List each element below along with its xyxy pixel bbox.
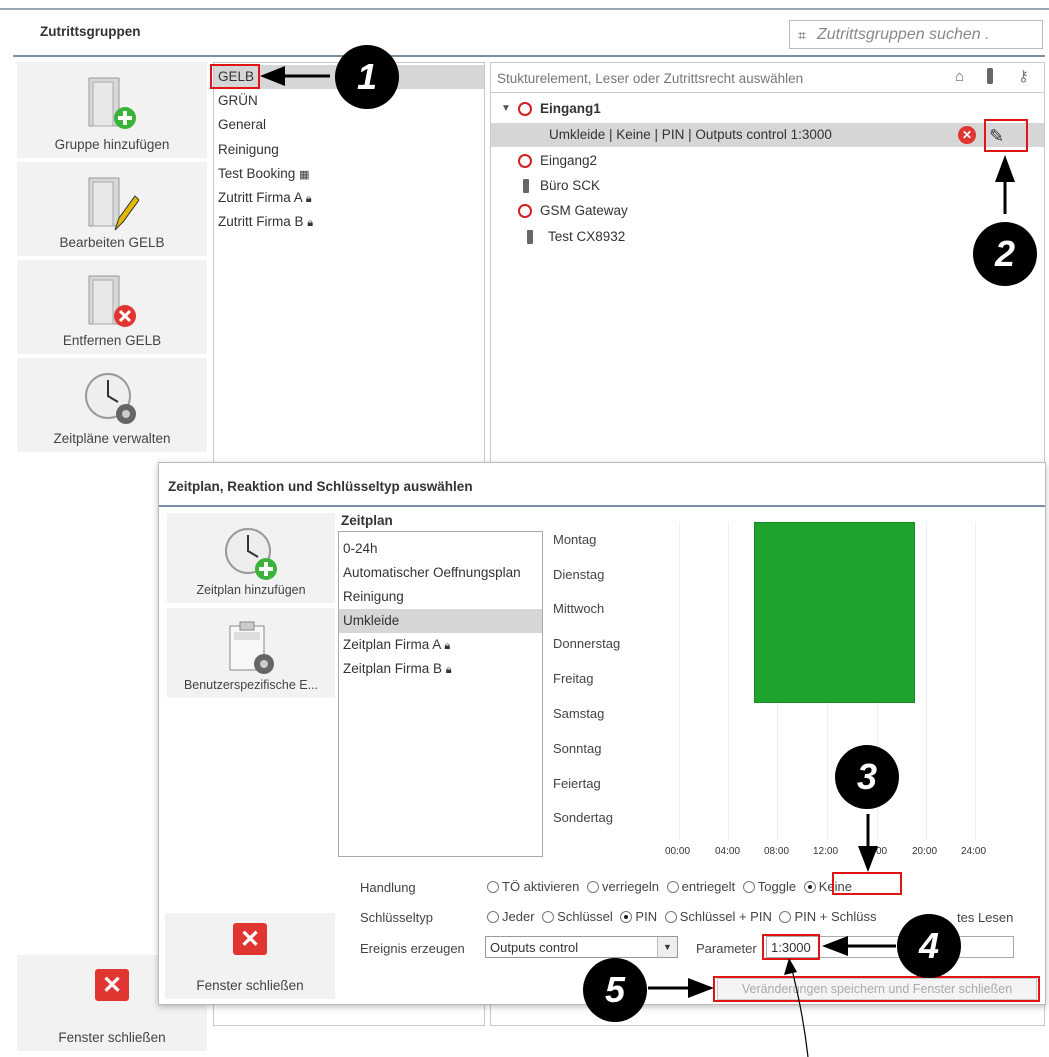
callout-2: 2 bbox=[973, 222, 1037, 286]
callout-5: 5 bbox=[583, 958, 647, 1022]
callout-1: 1 bbox=[335, 45, 399, 109]
arrows-overlay bbox=[260, 66, 1015, 1057]
callout-4: 4 bbox=[897, 914, 961, 978]
callout-3: 3 bbox=[835, 745, 899, 809]
